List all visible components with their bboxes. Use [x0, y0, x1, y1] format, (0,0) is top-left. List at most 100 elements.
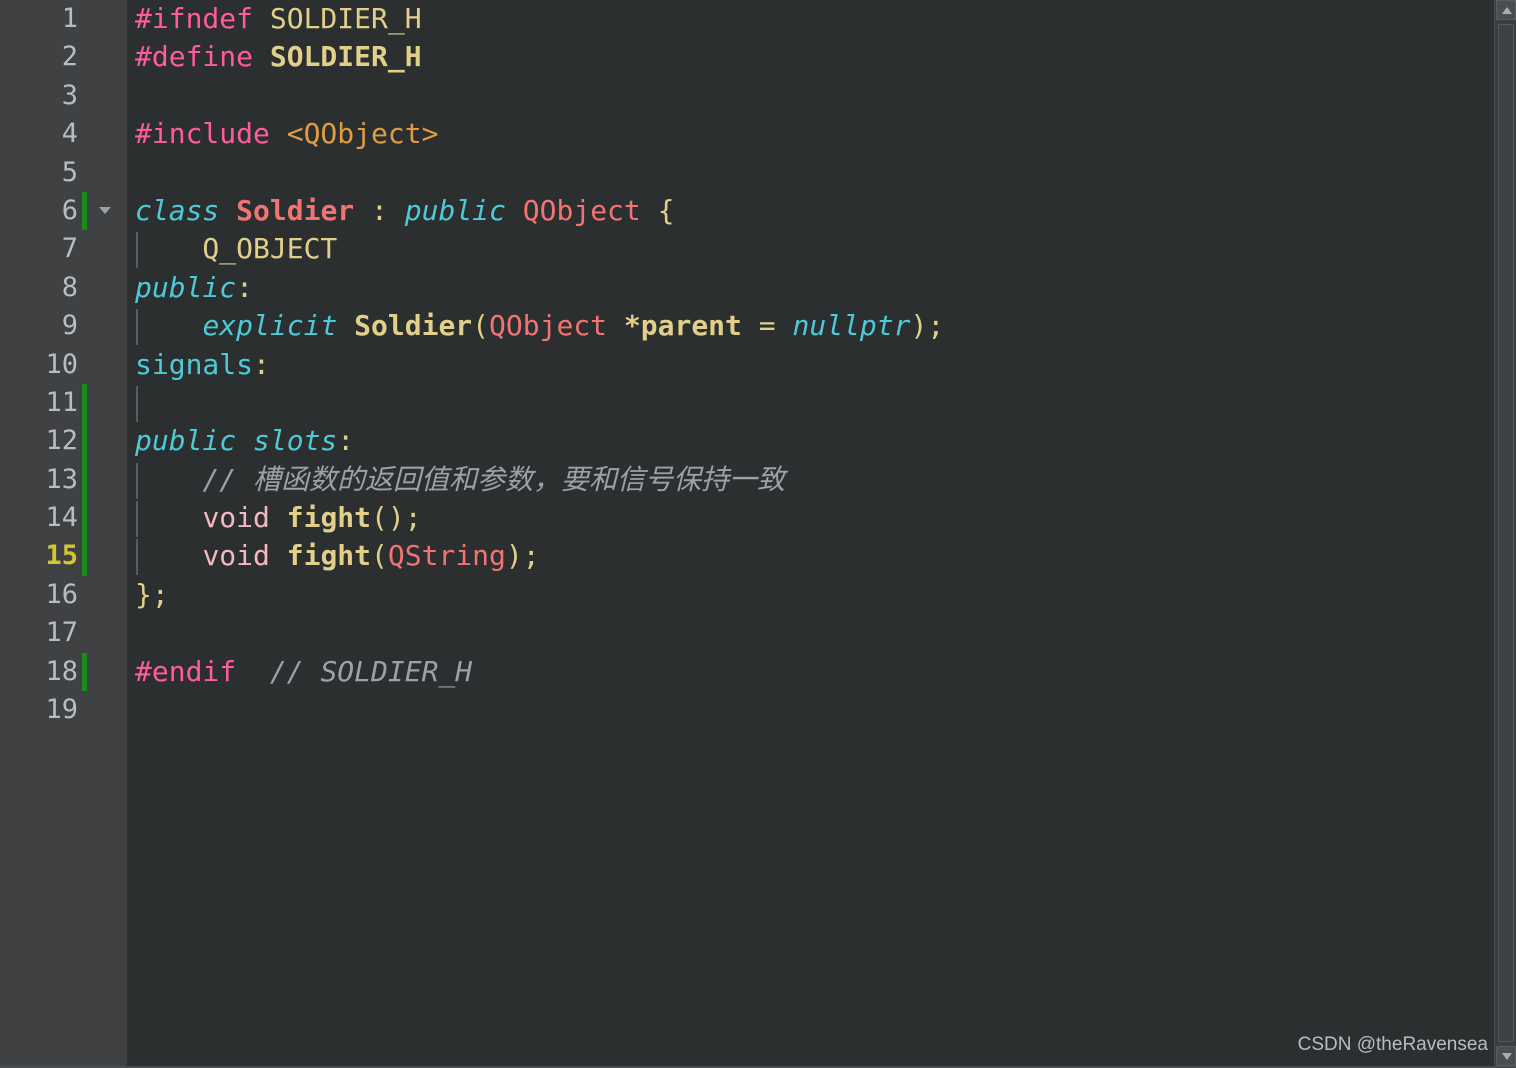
chevron-down-icon — [1502, 1053, 1512, 1060]
line-number: 19 — [45, 694, 78, 726]
gutter-row[interactable]: 11 — [0, 383, 127, 423]
gutter-row[interactable]: 3 — [0, 77, 127, 115]
code-line[interactable] — [127, 384, 1516, 422]
gutter-row[interactable]: 15 — [0, 537, 127, 576]
code-line-text: public slots: — [135, 424, 354, 457]
scroll-up-button[interactable] — [1496, 0, 1516, 20]
gutter-row[interactable]: 6 — [0, 191, 127, 231]
gutter-row[interactable]: 4 — [0, 115, 127, 153]
code-line[interactable]: }; — [127, 576, 1516, 614]
code-token: class — [135, 193, 237, 227]
code-token: (); — [371, 501, 422, 535]
code-token: : — [236, 270, 254, 304]
line-number: 9 — [61, 310, 78, 342]
code-line[interactable]: public slots: — [127, 422, 1516, 460]
code-line[interactable]: class Soldier : public QObject { — [127, 192, 1516, 230]
code-line[interactable]: // 槽函数的返回值和参数，要和信号保持一致 — [127, 461, 1516, 499]
gutter-row[interactable]: 2 — [0, 38, 127, 76]
code-line[interactable]: #endif // SOLDIER_H — [127, 653, 1516, 691]
gutter-row[interactable]: 9 — [0, 307, 127, 345]
code-line[interactable]: #include <QObject> — [127, 115, 1516, 153]
gutter-row[interactable]: 18 — [0, 652, 127, 692]
code-line-text: public: — [135, 271, 253, 304]
code-line[interactable]: public: — [127, 269, 1516, 307]
code-line-text: signals: — [135, 348, 270, 381]
code-line[interactable]: signals: — [127, 346, 1516, 384]
gutter-row[interactable]: 13 — [0, 460, 127, 500]
gutter-row[interactable]: 10 — [0, 346, 127, 384]
code-token: public — [404, 193, 523, 227]
line-number: 16 — [45, 578, 78, 610]
code-line[interactable] — [127, 691, 1516, 729]
code-line[interactable]: #ifndef SOLDIER_H — [127, 0, 1516, 38]
code-token: #include — [135, 117, 287, 151]
line-number: 4 — [61, 118, 78, 150]
code-token: Soldier — [354, 309, 473, 343]
code-line[interactable]: void fight(); — [127, 499, 1516, 538]
code-token: void — [202, 539, 287, 573]
change-marker — [82, 422, 87, 461]
gutter-row[interactable]: 17 — [0, 614, 127, 652]
code-token: <QObject> — [286, 117, 439, 151]
code-token: // SOLDIER_H — [236, 654, 473, 688]
code-token: explicit — [202, 309, 355, 343]
code-line[interactable] — [127, 614, 1516, 652]
gutter-row[interactable]: 12 — [0, 422, 127, 461]
gutter-row[interactable]: 1 — [0, 0, 127, 38]
gutter-row[interactable]: 5 — [0, 154, 127, 192]
gutter-row[interactable]: 8 — [0, 269, 127, 307]
code-line[interactable]: Q_OBJECT — [127, 230, 1516, 269]
gutter-row[interactable]: 7 — [0, 230, 127, 268]
line-number: 7 — [61, 233, 78, 265]
code-token: SOLDIER_H — [269, 40, 422, 74]
code-token: : — [337, 424, 355, 458]
gutter-row[interactable]: 14 — [0, 499, 127, 538]
scroll-down-button[interactable] — [1496, 1046, 1516, 1066]
line-number: 17 — [45, 617, 78, 649]
scrollbar-thumb[interactable] — [1498, 24, 1514, 1042]
code-token: fight — [286, 539, 372, 573]
code-token: #define — [135, 40, 270, 74]
change-marker — [82, 191, 87, 231]
code-token: ( — [371, 539, 388, 573]
line-number: 10 — [45, 348, 78, 380]
code-token: ); — [910, 309, 945, 343]
code-token: #ifndef — [135, 2, 270, 35]
code-token: ); — [505, 539, 540, 573]
line-number: 12 — [45, 425, 78, 457]
code-line[interactable] — [127, 154, 1516, 192]
editor-gutter[interactable]: 1 2 3 4 5 6 7 8 9 10 11 12 13 14 15 16 17 18 19 — [0, 0, 127, 1066]
code-token: // — [202, 462, 254, 496]
code-token: public slots — [135, 424, 338, 458]
code-token: }; — [135, 577, 169, 611]
code-token: #endif — [135, 654, 237, 688]
gutter-row[interactable]: 19 — [0, 691, 127, 729]
code-token: { — [640, 193, 675, 227]
line-number: 2 — [61, 41, 78, 73]
code-line[interactable]: #define SOLDIER_H — [127, 38, 1516, 76]
line-number: 3 — [61, 79, 78, 111]
vertical-scrollbar[interactable] — [1494, 0, 1516, 1066]
line-number: 18 — [45, 655, 78, 687]
code-token: nullptr — [792, 309, 911, 343]
line-number: 13 — [45, 463, 78, 495]
code-token: QObject — [522, 193, 641, 227]
chevron-up-icon — [1502, 7, 1512, 14]
code-line-text: #endif // SOLDIER_H — [135, 655, 472, 688]
gutter-row[interactable]: 16 — [0, 576, 127, 614]
code-line[interactable]: void fight(QString); — [127, 537, 1516, 576]
code-line[interactable]: explicit Soldier(QObject *parent = nullp… — [127, 307, 1516, 346]
editor-code-area[interactable]: #ifndef SOLDIER_H #define SOLDIER_H #inclu… — [127, 0, 1516, 1066]
code-token: QString — [387, 539, 506, 573]
code-line[interactable] — [127, 77, 1516, 115]
line-number: 1 — [61, 3, 78, 34]
line-number: 15 — [45, 540, 78, 572]
change-marker — [82, 460, 87, 500]
code-line-text: explicit Soldier(QObject *parent = nullp… — [135, 309, 944, 342]
code-line-text: #ifndef SOLDIER_H — [135, 2, 422, 35]
change-marker — [82, 537, 87, 576]
fold-collapse-icon[interactable] — [99, 206, 111, 214]
change-marker — [82, 652, 87, 692]
